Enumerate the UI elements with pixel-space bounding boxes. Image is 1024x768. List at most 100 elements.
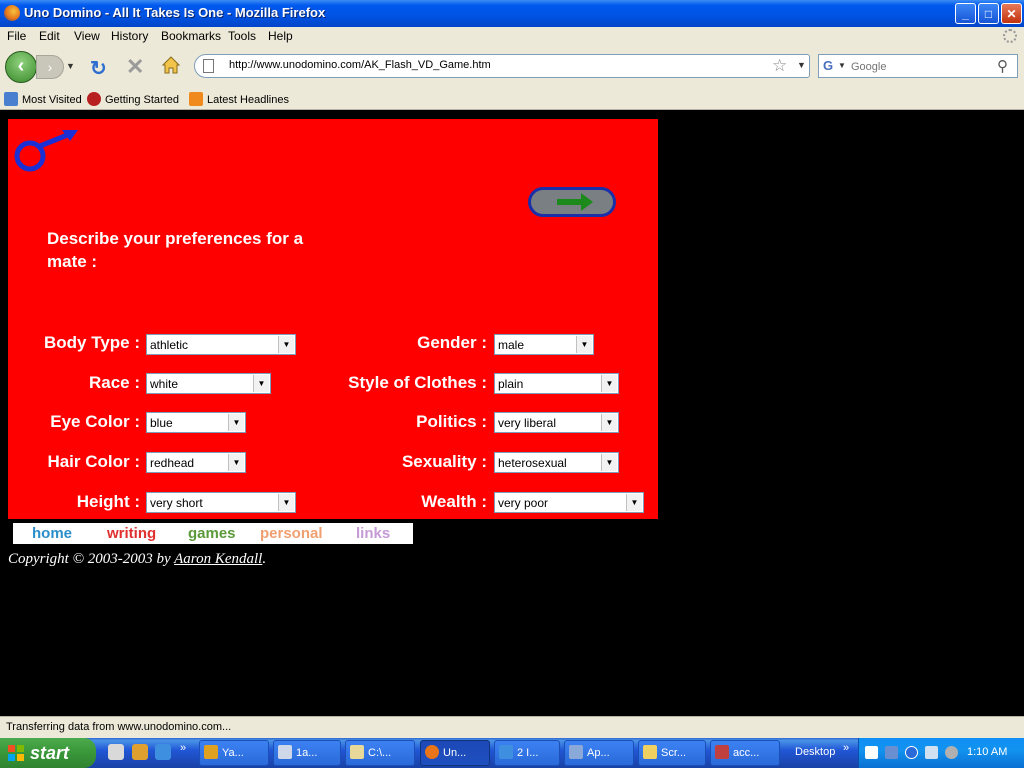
gender-select[interactable]: male ▼ xyxy=(494,334,594,355)
menu-bookmarks[interactable]: Bookmarks xyxy=(161,29,221,43)
taskbar-item[interactable]: Ya... xyxy=(199,740,269,766)
race-select[interactable]: white ▼ xyxy=(146,373,271,394)
antivirus-icon[interactable] xyxy=(945,746,958,759)
bookmark-getting-started[interactable]: Getting Started xyxy=(87,92,179,106)
reload-icon[interactable]: ↻ xyxy=(90,56,107,81)
url-bar[interactable]: http://www.unodomino.com/AK_Flash_VD_Gam… xyxy=(194,54,810,78)
nav-link-games[interactable]: games xyxy=(188,525,236,542)
access-icon xyxy=(715,745,729,759)
home-icon[interactable] xyxy=(162,56,180,74)
search-input[interactable] xyxy=(849,58,993,76)
author-link[interactable]: Aaron Kendall xyxy=(174,551,262,567)
taskbar-item[interactable]: acc... xyxy=(710,740,780,766)
taskbar-item-active[interactable]: Un... xyxy=(420,740,490,766)
chevron-down-icon[interactable]: ▼ xyxy=(601,414,617,431)
nav-link-writing[interactable]: writing xyxy=(107,525,156,542)
page-content: Describe your preferences for a mate : B… xyxy=(0,110,1024,716)
menu-history[interactable]: History xyxy=(111,29,148,43)
bookmark-most-visited[interactable]: Most Visited xyxy=(4,92,82,106)
menu-file[interactable]: File xyxy=(7,29,26,43)
status-text: Transferring data from www.unodomino.com… xyxy=(6,721,232,733)
search-bar[interactable]: G ▼ ⚲ xyxy=(818,54,1018,78)
politics-select[interactable]: very liberal ▼ xyxy=(494,412,619,433)
chevron-down-icon[interactable]: ▼ xyxy=(576,336,592,353)
google-icon[interactable]: G xyxy=(823,58,833,73)
back-button[interactable]: ‹ xyxy=(5,51,37,83)
chevron-down-icon[interactable]: ▼ xyxy=(278,494,294,511)
chevron-down-icon[interactable]: ▼ xyxy=(228,414,244,431)
eye-color-label: Eye Color : xyxy=(50,412,140,431)
taskbar-item[interactable]: C:\... xyxy=(345,740,415,766)
wealth-label: Wealth : xyxy=(421,492,487,511)
eye-color-select[interactable]: blue ▼ xyxy=(146,412,246,433)
nav-link-personal[interactable]: personal xyxy=(260,525,323,542)
toolbar-more-icon[interactable]: » xyxy=(843,742,849,754)
chevron-down-icon[interactable]: ▼ xyxy=(278,336,294,353)
male-symbol-icon xyxy=(14,130,78,172)
menu-edit[interactable]: Edit xyxy=(39,29,60,43)
style-of-clothes-select[interactable]: plain ▼ xyxy=(494,373,619,394)
height-select[interactable]: very short ▼ xyxy=(146,492,296,513)
firefox-icon xyxy=(425,745,439,759)
quicklaunch-more-icon[interactable]: » xyxy=(180,742,186,754)
taskbar-item[interactable]: 2 I... xyxy=(494,740,560,766)
hair-color-select[interactable]: redhead ▼ xyxy=(146,452,246,473)
bookmark-star-icon[interactable]: ☆ xyxy=(772,56,787,76)
throbber-icon xyxy=(1003,29,1017,43)
start-button[interactable]: start xyxy=(0,738,96,768)
close-button[interactable]: ✕ xyxy=(1001,3,1022,24)
site-nav: home writing games personal links xyxy=(13,523,413,544)
help-icon[interactable] xyxy=(865,746,878,759)
menu-help[interactable]: Help xyxy=(268,29,293,43)
getting-started-icon xyxy=(87,92,101,106)
navigation-toolbar: ‹ › ▼ ↻ ✕ http://www.unodomino.com/AK_Fl… xyxy=(0,46,1024,88)
menu-tools[interactable]: Tools xyxy=(228,29,256,43)
chevron-down-icon[interactable]: ▼ xyxy=(253,375,269,392)
quicklaunch-app-icon[interactable] xyxy=(108,744,124,760)
status-bar: Transferring data from www.unodomino.com… xyxy=(0,716,1024,738)
wealth-select[interactable]: very poor ▼ xyxy=(494,492,644,513)
nav-link-home[interactable]: home xyxy=(32,525,72,542)
gender-label: Gender : xyxy=(417,333,487,352)
volume-icon[interactable] xyxy=(885,746,898,759)
body-type-select[interactable]: athletic ▼ xyxy=(146,334,296,355)
chevron-down-icon[interactable]: ▼ xyxy=(626,494,642,511)
chevron-down-icon[interactable]: ▼ xyxy=(601,375,617,392)
clock[interactable]: 1:10 AM xyxy=(967,746,1007,758)
height-label: Height : xyxy=(76,492,140,511)
tray-back-icon[interactable] xyxy=(905,746,918,759)
search-icon[interactable]: ⚲ xyxy=(997,57,1008,75)
sexuality-label: Sexuality : xyxy=(401,452,487,471)
url-dropdown-icon[interactable]: ▼ xyxy=(797,60,806,70)
chevron-down-icon[interactable]: ▼ xyxy=(601,454,617,471)
flash-game[interactable]: Describe your preferences for a mate : B… xyxy=(8,119,658,519)
sexuality-select[interactable]: heterosexual ▼ xyxy=(494,452,619,473)
app-icon xyxy=(569,745,583,759)
title-bar[interactable]: Uno Domino - All It Takes Is One - Mozil… xyxy=(0,0,1024,27)
taskbar-item[interactable]: Ap... xyxy=(564,740,634,766)
document-icon xyxy=(278,745,292,759)
url-text[interactable]: http://www.unodomino.com/AK_Flash_VD_Gam… xyxy=(229,59,491,71)
quicklaunch-messenger-icon[interactable] xyxy=(132,744,148,760)
chevron-down-icon[interactable]: ▼ xyxy=(228,454,244,471)
bookmark-latest-headlines[interactable]: Latest Headlines xyxy=(189,92,289,106)
menu-view[interactable]: View xyxy=(74,29,100,43)
windows-flag-icon xyxy=(8,745,24,761)
history-dropdown-icon[interactable]: ▼ xyxy=(66,61,75,71)
minimize-button[interactable]: _ xyxy=(955,3,976,24)
nav-link-links[interactable]: links xyxy=(356,525,390,542)
ie-icon xyxy=(499,745,513,759)
search-engine-dropdown-icon[interactable]: ▼ xyxy=(838,61,846,70)
next-button[interactable] xyxy=(528,187,616,217)
taskbar-item[interactable]: Scr... xyxy=(638,740,706,766)
desktop-toolbar-label[interactable]: Desktop xyxy=(795,746,835,758)
network-icon[interactable] xyxy=(925,746,938,759)
taskbar-item[interactable]: 1a... xyxy=(273,740,341,766)
back-arrow-icon: ‹ xyxy=(17,55,25,77)
page-heading: Describe your preferences for a mate : xyxy=(47,229,304,271)
forward-button[interactable]: › xyxy=(36,55,64,79)
stop-icon[interactable]: ✕ xyxy=(126,54,144,80)
maximize-button[interactable]: □ xyxy=(978,3,999,24)
menu-bar: File Edit View History Bookmarks Tools H… xyxy=(0,27,1024,46)
quicklaunch-ie-icon[interactable] xyxy=(155,744,171,760)
